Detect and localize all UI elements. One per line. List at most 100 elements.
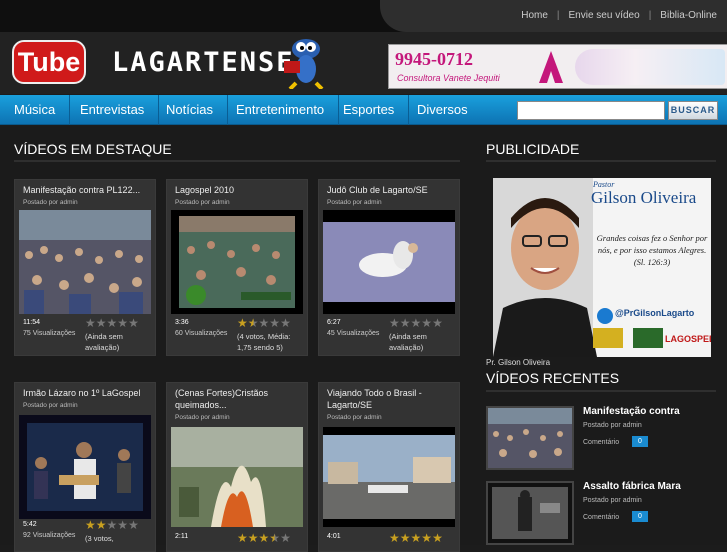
video-card[interactable]: Irmão Lázaro no 1º LaGospel Postado por … (14, 382, 156, 552)
star-icon[interactable]: ★ (389, 531, 400, 545)
recent-thumbnail[interactable] (486, 406, 574, 470)
star-icon[interactable]: ★ (389, 316, 400, 330)
star-icon[interactable]: ★ (107, 316, 118, 330)
mascot-icon (284, 39, 324, 89)
star-icon[interactable]: ★ (421, 531, 432, 545)
star-icon[interactable]: ★ (280, 316, 291, 330)
separator: | (648, 10, 652, 21)
star-icon[interactable]: ★ (280, 531, 291, 545)
recent-title[interactable]: Manifestação contra (583, 406, 680, 417)
recent-thumbnail[interactable] (486, 481, 574, 545)
banner-brand: Jequiti (473, 73, 500, 83)
star-icon[interactable]: ★ (421, 316, 432, 330)
top-links: Home | Envie seu vídeo | Biblia-Online (521, 10, 717, 21)
video-author: Postado por admin (327, 199, 382, 206)
star-icon[interactable]: ★ (259, 531, 270, 545)
star-icon[interactable]: ★ (128, 316, 139, 330)
recent-comments-label: Comentário (583, 439, 620, 446)
logo-text[interactable]: LAGARTENSE (112, 47, 295, 78)
logo-tube[interactable]: Tube (12, 40, 86, 84)
ads-heading: PUBLICIDADE (486, 141, 580, 157)
video-views: 60 Visualizações (175, 330, 228, 337)
star-icon[interactable]: ★ (400, 531, 411, 545)
star-icon[interactable]: ★ (85, 518, 96, 532)
video-title[interactable]: Irmão Lázaro no 1º LaGospel (23, 387, 151, 399)
banner-phone: 9945-0712 (395, 49, 473, 69)
video-title[interactable]: Lagospel 2010 (175, 184, 303, 196)
star-icon[interactable]: ★ (96, 518, 107, 532)
video-thumbnail[interactable] (171, 427, 303, 527)
video-views: 75 Visualizações (23, 330, 76, 337)
rating-text: (Ainda sem avaliação) (85, 332, 123, 352)
star-icon[interactable]: ★ (96, 316, 107, 330)
star-icon[interactable]: ★ (107, 518, 118, 532)
star-icon[interactable]: ★ (117, 316, 128, 330)
search-input[interactable] (517, 101, 665, 120)
nav-entertainment[interactable]: Entretenimento (222, 95, 340, 125)
star-icon[interactable]: ★ (269, 316, 280, 330)
video-title[interactable]: (Cenas Fortes)Cristãos queimados... (175, 387, 303, 411)
video-card[interactable]: Judô Club de Lagarto/SE Postado por admi… (318, 179, 460, 356)
comment-count-badge[interactable]: 0 (632, 436, 648, 447)
video-views: 45 Visualizações (327, 330, 380, 337)
video-thumbnail[interactable] (19, 210, 151, 314)
star-icon[interactable]: ★ (411, 316, 422, 330)
recent-comments-label: Comentário (583, 514, 620, 521)
search-button[interactable]: BUSCAR (668, 101, 718, 120)
star-icon[interactable]: ★ (248, 531, 259, 545)
video-card[interactable]: (Cenas Fortes)Cristãos queimados... Post… (166, 382, 308, 552)
banner-consultant: Consultora Vanete (397, 73, 472, 83)
submit-video-link[interactable]: Envie seu vídeo (569, 10, 640, 21)
nav-sports[interactable]: Esportes (329, 95, 410, 125)
ad-image[interactable]: Pastor Gilson Oliveira Grandes coisas fe… (493, 178, 711, 357)
star-icon[interactable]: ★ (400, 316, 411, 330)
recent-author: Postado por admin (583, 422, 642, 429)
bible-online-link[interactable]: Biblia-Online (660, 10, 717, 21)
video-card[interactable]: Lagospel 2010 Postado por admin 3:36 60 … (166, 179, 308, 356)
rating-stars[interactable]: ★★★★★ (389, 531, 443, 545)
divider (14, 160, 460, 162)
recent-heading: VÍDEOS RECENTES (486, 370, 620, 386)
nav-miscellaneous[interactable]: Diversos (403, 95, 482, 125)
home-link[interactable]: Home (521, 10, 548, 21)
rating-stars[interactable]: ★★★★★ (85, 518, 139, 532)
star-icon[interactable]: ★ (237, 316, 248, 330)
star-icon[interactable]: ★ (128, 518, 139, 532)
recent-title[interactable]: Assalto fábrica Mara (583, 481, 681, 492)
star-half-icon[interactable]: ★ (269, 531, 280, 545)
video-card[interactable]: Manifestação contra PL122... Postado por… (14, 179, 156, 356)
video-author: Postado por admin (327, 414, 382, 421)
recent-video-item[interactable]: Manifestação contra Postado por admin Co… (486, 406, 718, 470)
star-half-icon[interactable]: ★ (248, 316, 259, 330)
star-icon[interactable]: ★ (237, 531, 248, 545)
star-icon[interactable]: ★ (432, 316, 443, 330)
video-thumbnail[interactable] (323, 427, 455, 527)
rating-stars[interactable]: ★★★★★ (389, 316, 443, 330)
star-icon[interactable]: ★ (411, 531, 422, 545)
banner-logo-icon (539, 51, 563, 83)
ad-verse-ref: (Sl. 126:3) (633, 257, 671, 267)
video-title[interactable]: Manifestação contra PL122... (23, 184, 151, 196)
divider (486, 160, 716, 162)
recent-video-item[interactable]: Assalto fábrica Mara Postado por admin C… (486, 481, 718, 545)
video-thumbnail[interactable] (323, 210, 455, 314)
star-icon[interactable]: ★ (432, 531, 443, 545)
nav-news[interactable]: Notícias (152, 95, 228, 125)
rating-stars[interactable]: ★★★★★ (85, 316, 139, 330)
video-thumbnail[interactable] (171, 210, 303, 314)
comment-count-badge[interactable]: 0 (632, 511, 648, 522)
nav-music[interactable]: Música (0, 95, 71, 125)
nav-interviews[interactable]: Entrevistas (66, 95, 160, 125)
banner-subtitle: Consultora Vanete Jequiti (397, 73, 500, 83)
star-icon[interactable]: ★ (85, 316, 96, 330)
rating-stars[interactable]: ★★★★★ (237, 531, 291, 545)
video-thumbnail[interactable] (19, 415, 151, 519)
star-icon[interactable]: ★ (117, 518, 128, 532)
video-title[interactable]: Viajando Todo o Brasil - Lagarto/SE (327, 387, 455, 411)
rating-stars[interactable]: ★★★★★ (237, 316, 291, 330)
video-title[interactable]: Judô Club de Lagarto/SE (327, 184, 455, 196)
video-card[interactable]: Viajando Todo o Brasil - Lagarto/SE Post… (318, 382, 460, 552)
star-icon[interactable]: ★ (259, 316, 270, 330)
ad-banner[interactable]: 9945-0712 Consultora Vanete Jequiti (388, 44, 727, 89)
video-duration: 11:54 (23, 319, 40, 326)
